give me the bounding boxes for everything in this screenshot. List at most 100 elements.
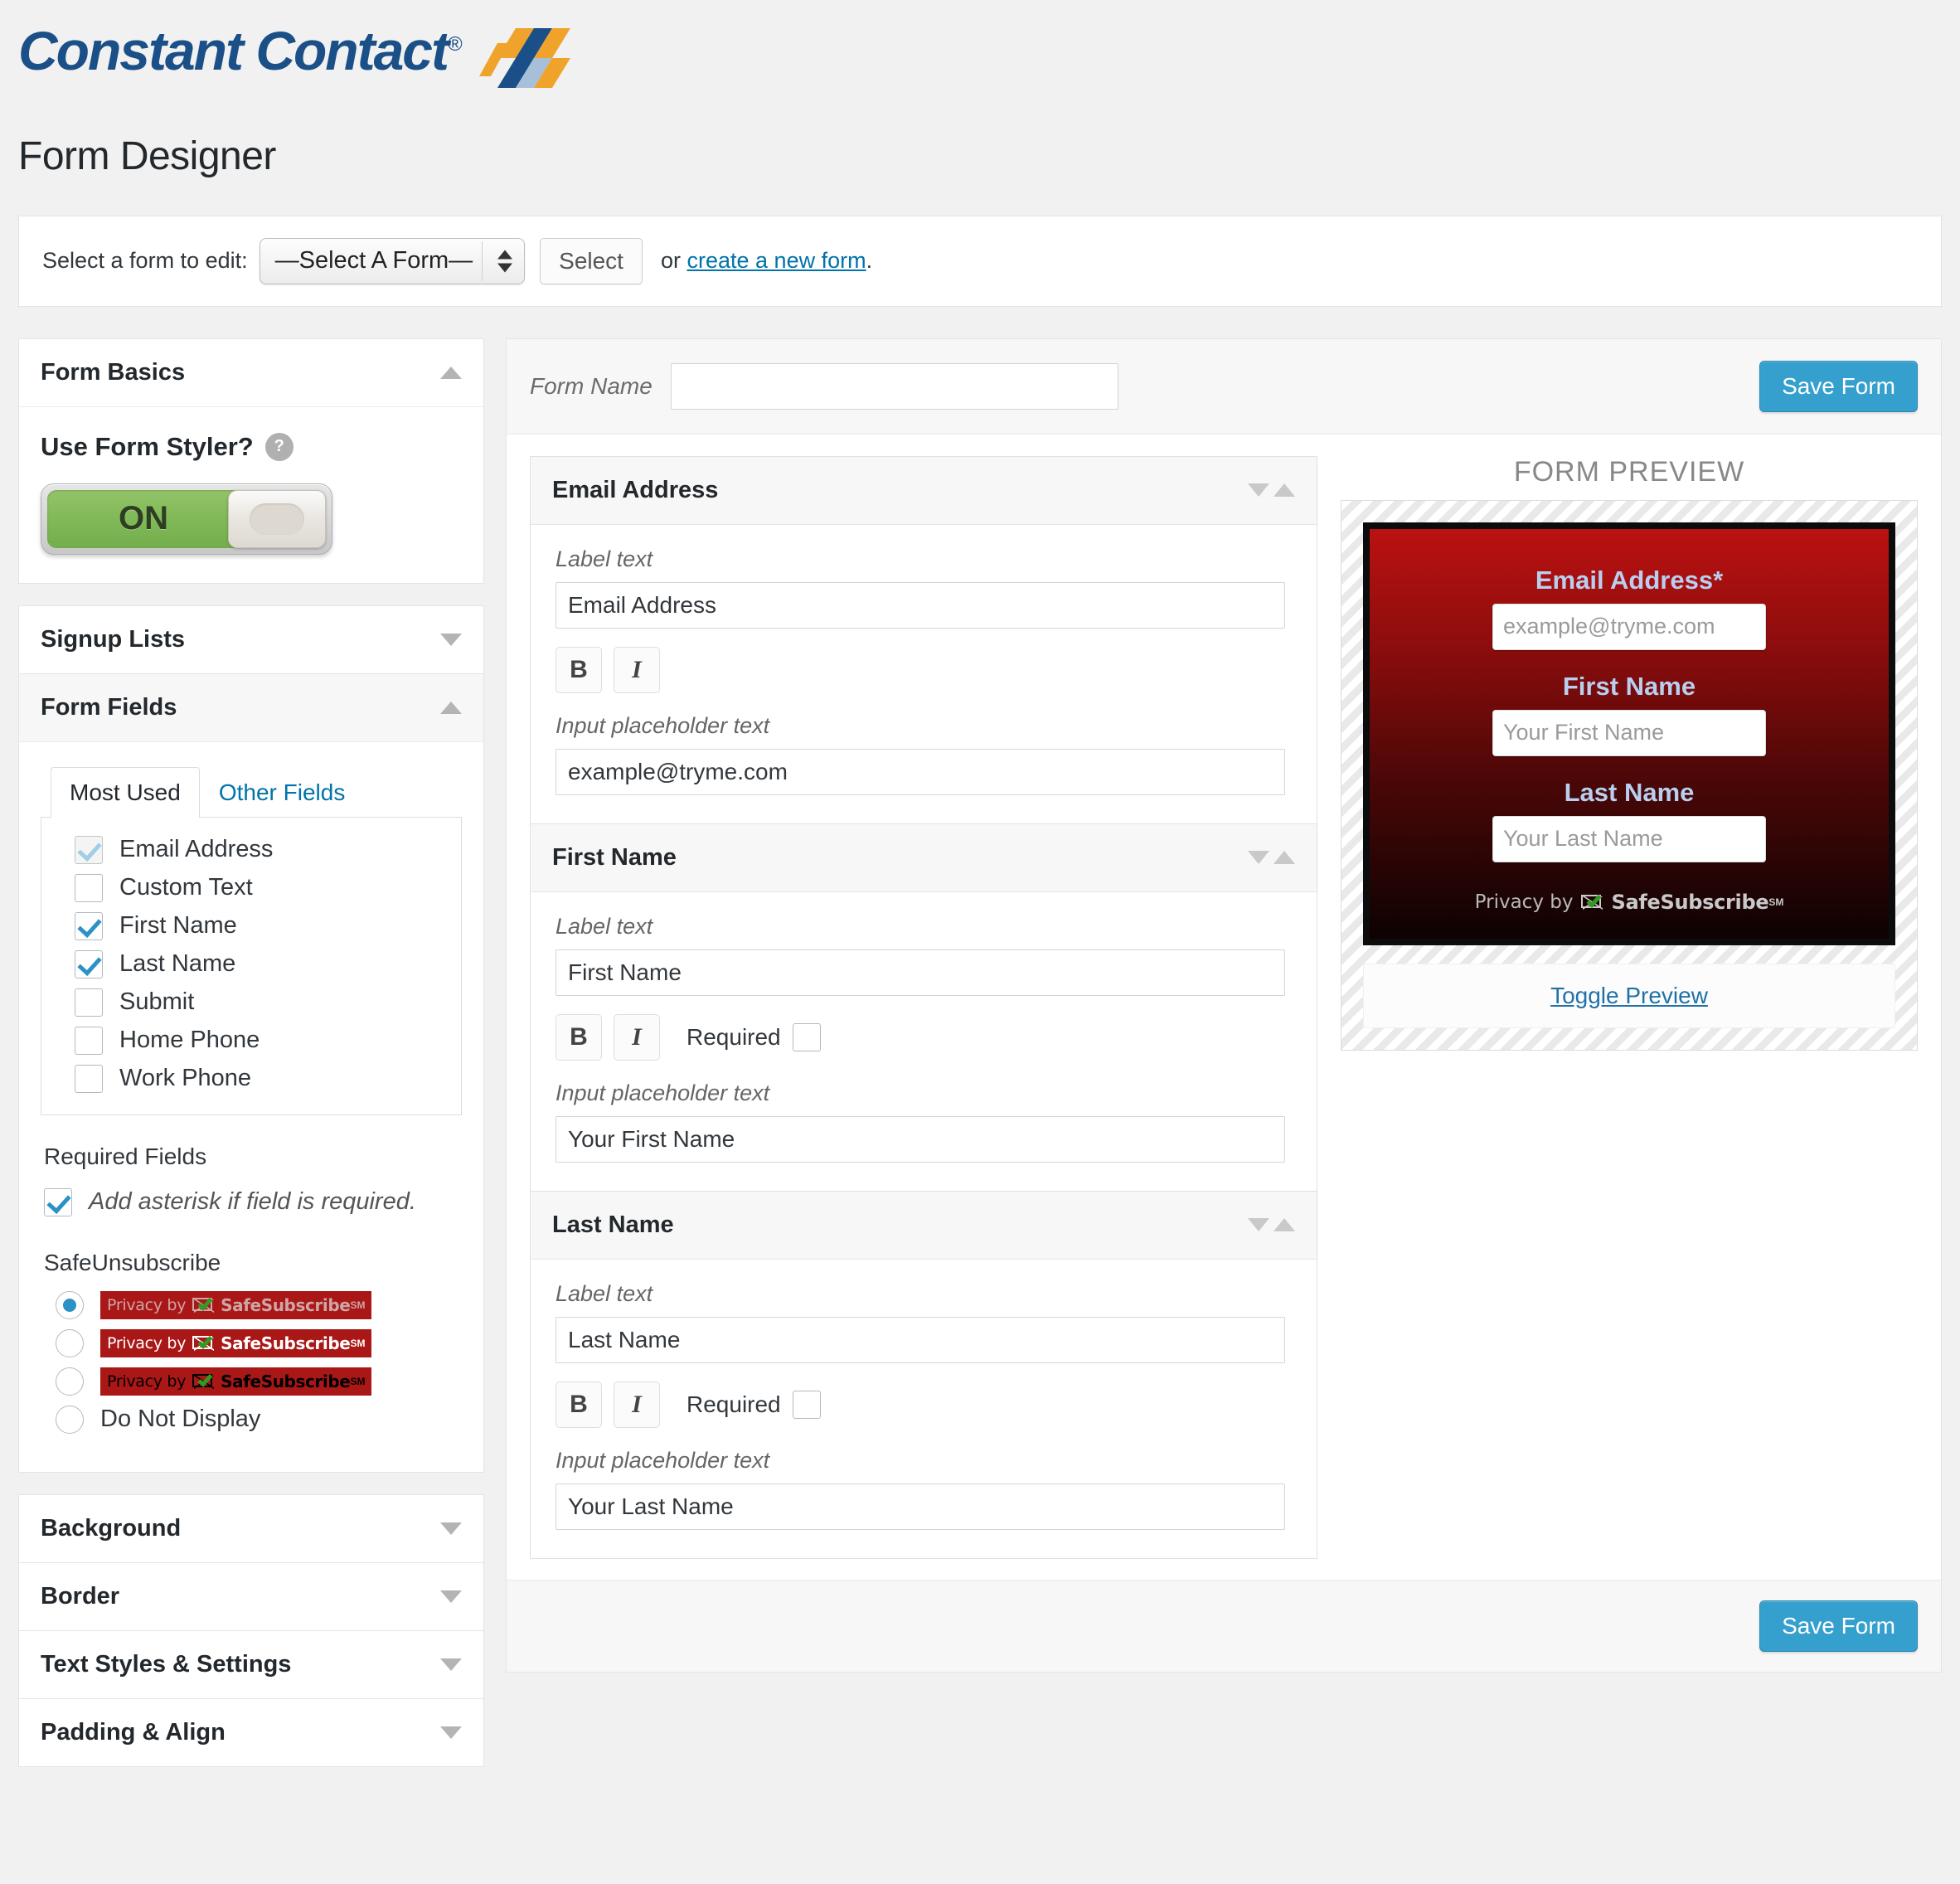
checkbox-label: First Name — [119, 912, 237, 940]
toggle-preview-link[interactable]: Toggle Preview — [1550, 983, 1708, 1008]
field-header-last-name[interactable]: Last Name — [531, 1191, 1317, 1260]
form-select-value: —Select A Form— — [274, 247, 473, 274]
safesubscribe-badge-white: Privacy by SafeSubscribe SM — [100, 1328, 372, 1357]
checkbox-required-first-name[interactable] — [792, 1022, 821, 1051]
checkbox-row-submit[interactable]: Submit — [60, 983, 443, 1022]
checkbox-label: Submit — [119, 988, 195, 1016]
italic-button[interactable]: I — [614, 1013, 660, 1061]
panel-signup-lists: Signup Lists — [18, 605, 484, 674]
accordion-header-border[interactable]: Border — [19, 1562, 483, 1630]
envelope-check-icon — [192, 1372, 215, 1390]
radio-row-do-not-display[interactable]: Do Not Display — [56, 1405, 462, 1434]
chevron-down-icon — [440, 1658, 462, 1671]
badge-privacy-text: Privacy by — [107, 1333, 187, 1352]
checkbox-first-name[interactable] — [75, 911, 103, 940]
italic-button[interactable]: I — [614, 646, 660, 693]
content-toolbar: Form Name Save Form — [507, 338, 1941, 435]
field-header-email-address[interactable]: Email Address — [531, 456, 1317, 525]
checkbox-home-phone[interactable] — [75, 1026, 103, 1055]
checkbox-row-work-phone[interactable]: Work Phone — [60, 1060, 443, 1098]
form-name-input[interactable] — [670, 362, 1118, 410]
radio-row-safesubscribe-white[interactable]: Privacy by SafeSubscribe SM — [56, 1328, 462, 1357]
italic-button[interactable]: I — [614, 1381, 660, 1428]
checkbox-required-last-name[interactable] — [792, 1390, 821, 1419]
checkbox-row-last-name[interactable]: Last Name — [60, 945, 443, 983]
help-icon[interactable]: ? — [264, 432, 294, 461]
placeholder-input-email-address[interactable] — [555, 748, 1285, 795]
chevron-down-icon — [440, 1726, 462, 1739]
label-text-caption: Label text — [555, 913, 653, 939]
save-form-button-bottom[interactable]: Save Form — [1759, 1600, 1918, 1652]
placeholder-input-last-name[interactable] — [555, 1483, 1285, 1530]
chevron-up-icon — [440, 366, 462, 379]
placeholder-input-first-name[interactable] — [555, 1115, 1285, 1163]
tab-other-fields[interactable]: Other Fields — [200, 767, 365, 818]
preview-safesubscribe-row: Privacy by SafeSubscribe SM — [1406, 891, 1852, 914]
create-new-form-link[interactable]: create a new form — [687, 248, 866, 273]
reorder-arrows-icon[interactable] — [1248, 483, 1295, 498]
bold-button[interactable]: B — [555, 1013, 602, 1061]
field-header-first-name[interactable]: First Name — [531, 823, 1317, 892]
field-title: Email Address — [552, 476, 719, 503]
save-form-button-top[interactable]: Save Form — [1759, 360, 1918, 412]
radio-row-safesubscribe-black[interactable]: Privacy by SafeSubscribe SM — [56, 1367, 462, 1396]
checkbox-add-asterisk[interactable] — [44, 1187, 72, 1216]
accordion-header-text-styles[interactable]: Text Styles & Settings — [19, 1630, 483, 1698]
checkbox-last-name[interactable] — [75, 949, 103, 978]
checkbox-custom-text[interactable] — [75, 873, 103, 902]
reorder-arrows-icon[interactable] — [1248, 851, 1295, 865]
or-text-group: or create a new form. — [661, 248, 872, 274]
accordion-header-background[interactable]: Background — [19, 1494, 483, 1562]
toggle-track: ON — [47, 489, 326, 548]
tab-most-used[interactable]: Most Used — [51, 766, 200, 818]
required-group-first-name: Required — [686, 1022, 832, 1051]
stepper-arrows-icon — [497, 250, 513, 273]
checkbox-row-email-address[interactable]: Email Address — [60, 831, 443, 869]
accordion-header-form-basics[interactable]: Form Basics — [19, 338, 483, 407]
required-group-last-name: Required — [686, 1390, 832, 1419]
required-label: Required — [686, 1391, 781, 1417]
field-title: First Name — [552, 843, 677, 871]
checkbox-work-phone[interactable] — [75, 1064, 103, 1093]
label-text-input-first-name[interactable] — [555, 949, 1285, 996]
select-button[interactable]: Select — [540, 237, 643, 284]
label-text-input-last-name[interactable] — [555, 1316, 1285, 1363]
preview-label-email: Email Address* — [1535, 565, 1724, 595]
bold-button[interactable]: B — [555, 1381, 602, 1428]
preview-input-email[interactable]: example@tryme.com — [1492, 603, 1766, 650]
field-tabs: Most Used Other Fields — [41, 766, 462, 818]
chevron-down-icon — [440, 1590, 462, 1603]
radio-do-not-display[interactable] — [56, 1405, 84, 1434]
bold-button[interactable]: B — [555, 646, 602, 693]
form-select-dropdown[interactable]: —Select A Form— — [259, 237, 526, 284]
checkered-flag-icon — [478, 28, 570, 88]
accordion-header-form-fields[interactable]: Form Fields — [19, 673, 483, 742]
checkbox-row-first-name[interactable]: First Name — [60, 907, 443, 945]
form-preview-column: FORM PREVIEW Email Address* example@trym… — [1341, 456, 1918, 1051]
accordion-title-padding-align: Padding & Align — [41, 1718, 226, 1746]
checkbox-row-home-phone[interactable]: Home Phone — [60, 1022, 443, 1060]
preview-badge-sm: SM — [1768, 896, 1784, 908]
form-preview-shell: Email Address* example@tryme.com First N… — [1341, 499, 1918, 1051]
field-body-last-name: Label text B I Required — [531, 1260, 1317, 1558]
period: . — [866, 248, 873, 274]
label-text-input-email-address[interactable] — [555, 581, 1285, 629]
preview-input-last-name[interactable]: Your Last Name — [1492, 815, 1766, 862]
checkbox-row-custom-text[interactable]: Custom Text — [60, 869, 443, 907]
field-editors-column: Email Address Label text B I Input — [530, 455, 1317, 1559]
preview-input-first-name[interactable]: Your First Name — [1492, 709, 1766, 756]
form-styler-toggle[interactable]: ON — [41, 483, 332, 555]
accordion-header-signup-lists[interactable]: Signup Lists — [19, 605, 483, 673]
reorder-arrows-icon[interactable] — [1248, 1218, 1295, 1232]
radio-row-safesubscribe-grey[interactable]: Privacy by SafeSubscribe SM — [56, 1290, 462, 1319]
radio-safesubscribe-white[interactable] — [56, 1328, 84, 1357]
radio-safesubscribe-black[interactable] — [56, 1367, 84, 1396]
checkbox-submit[interactable] — [75, 988, 103, 1017]
preview-label-first-name: First Name — [1562, 671, 1696, 701]
checkbox-email-address — [75, 835, 103, 864]
radio-safesubscribe-grey[interactable] — [56, 1290, 84, 1319]
toggle-knob[interactable] — [228, 489, 326, 548]
accordion-header-padding-align[interactable]: Padding & Align — [19, 1698, 483, 1766]
asterisk-checkbox-row[interactable]: Add asterisk if field is required. — [44, 1187, 462, 1216]
accordion-title-signup-lists: Signup Lists — [41, 625, 185, 653]
